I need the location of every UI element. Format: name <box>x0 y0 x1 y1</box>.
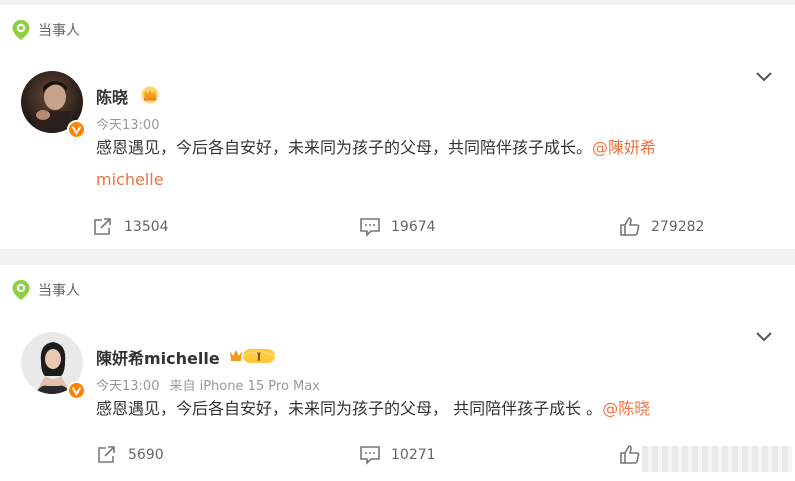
thumbs-up-icon <box>620 445 640 464</box>
mention-link[interactable]: @陳妍希 <box>592 138 656 157</box>
vip-level-number: I <box>256 351 261 364</box>
location-pin-icon <box>12 280 30 300</box>
comment-count: 19674 <box>391 219 436 235</box>
mention-link[interactable]: @陈晓 <box>602 399 650 418</box>
author-name[interactable]: 陈晓 <box>96 84 128 108</box>
location-pin-icon <box>12 20 30 40</box>
post-source: 来自 iPhone 15 Pro Max <box>169 379 320 394</box>
like-count: 279282 <box>651 219 705 235</box>
repost-button[interactable]: 5690 <box>96 445 164 465</box>
post-timestamp[interactable]: 今天13:00 <box>96 118 159 133</box>
verified-badge-icon <box>67 120 86 139</box>
post-text: 感恩遇见，今后各自安好，未来同为孩子的父母，共同陪伴孩子成长。@陳妍希 mich… <box>96 132 736 196</box>
comment-button[interactable]: 19674 <box>359 217 436 237</box>
repost-button[interactable]: 13504 <box>92 217 169 237</box>
post-meta: 今天13:00 <box>96 114 169 133</box>
verified-badge-icon <box>67 381 86 400</box>
post-text-line-1: 感恩遇见，今后各自安好，未来同为孩子的父母， 共同陪伴孩子成长 。@陈晓 <box>96 393 736 425</box>
repost-count: 13504 <box>124 219 169 235</box>
tag-label: 当事人 <box>38 283 80 299</box>
comment-button[interactable]: 10271 <box>359 445 436 465</box>
comment-count: 10271 <box>391 447 436 463</box>
repost-count: 5690 <box>128 447 164 463</box>
vip-level-icon: I <box>230 349 276 364</box>
obscured-region <box>642 446 792 472</box>
tag-party-involved: 当事人 <box>11 19 80 41</box>
comment-icon <box>360 446 380 465</box>
like-button[interactable]: 279282 <box>619 217 704 237</box>
post-body: 感恩遇见，今后各自安好，未来同为孩子的父母， 共同陪伴孩子成长 。 <box>96 399 603 418</box>
chevron-down-icon[interactable] <box>755 331 773 343</box>
chevron-down-icon[interactable] <box>755 71 773 83</box>
repost-icon <box>98 446 115 463</box>
comment-icon <box>360 218 380 237</box>
post-card: 当事人 陈晓 今天13:00 感恩遇见，今后各自安好，未来同为孩子的父母，共同陪… <box>0 5 795 249</box>
post-timestamp[interactable]: 今天13:00 <box>96 379 159 394</box>
post-body: 感恩遇见，今后各自安好，未来同为孩子的父母，共同陪伴孩子成长。 <box>96 138 593 157</box>
post-text-line-1: 感恩遇见，今后各自安好，未来同为孩子的父母，共同陪伴孩子成长。@陳妍希 <box>96 132 736 164</box>
thumbs-up-icon <box>620 217 640 236</box>
mention-link-continued[interactable]: michelle <box>96 164 736 196</box>
post-text: 感恩遇见，今后各自安好，未来同为孩子的父母， 共同陪伴孩子成长 。@陈晓 <box>96 393 736 425</box>
author-name[interactable]: 陳妍希michelle <box>96 345 220 369</box>
repost-icon <box>94 218 111 235</box>
tag-party-involved: 当事人 <box>11 279 80 301</box>
post-meta: 今天13:00 来自 iPhone 15 Pro Max <box>96 375 330 394</box>
crown-icon <box>141 86 159 104</box>
tag-label: 当事人 <box>38 23 80 39</box>
